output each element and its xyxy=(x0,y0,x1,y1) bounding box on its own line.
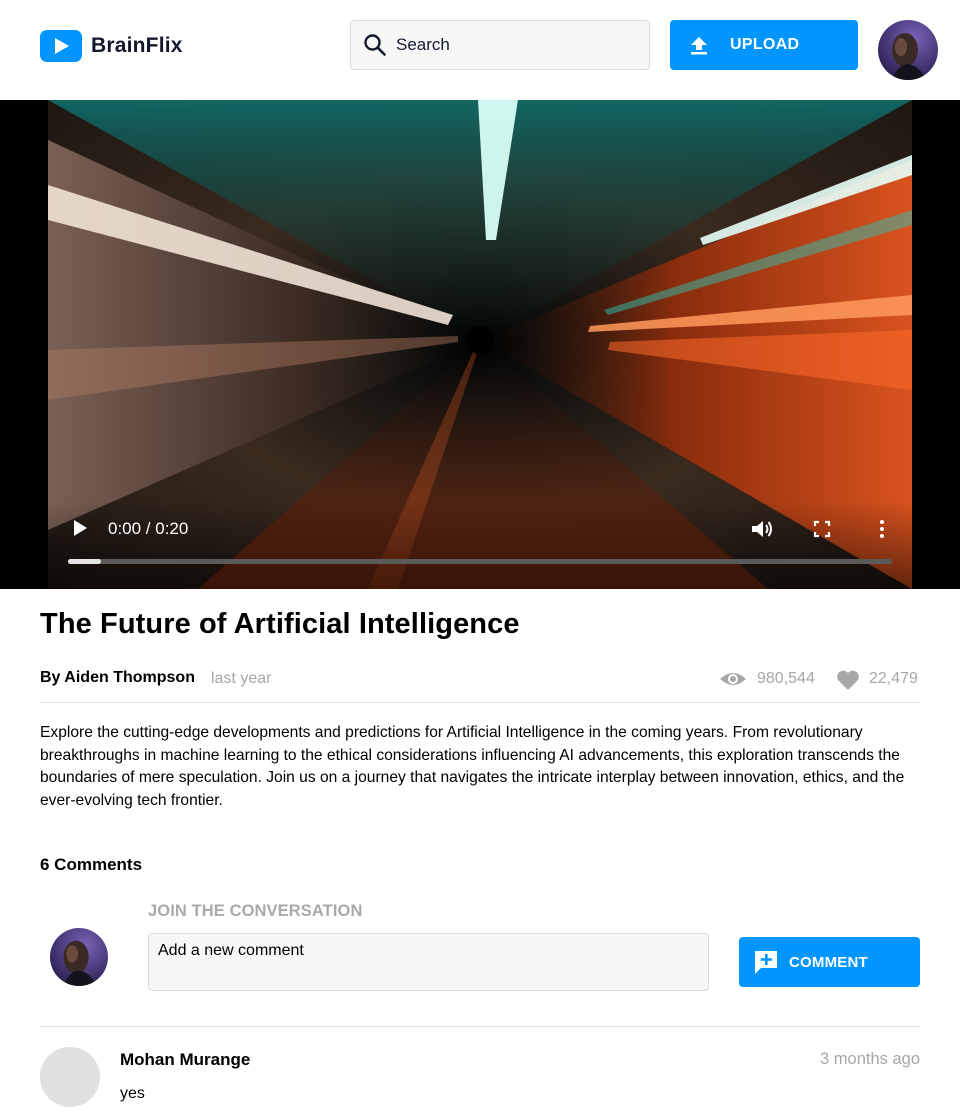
comment-author: Mohan Murange xyxy=(120,1050,251,1069)
comment-time: 3 months ago xyxy=(820,1050,920,1068)
video-controls: 0:00 / 0:20 xyxy=(48,500,912,589)
user-avatar[interactable] xyxy=(878,20,938,80)
comment-button-label: COMMENT xyxy=(789,953,868,971)
comment-item: Mohan Murange 3 months ago yes xyxy=(40,1047,920,1115)
upload-icon xyxy=(691,37,707,55)
more-vert-icon[interactable] xyxy=(876,518,888,540)
search-input[interactable] xyxy=(396,35,636,55)
play-icon[interactable] xyxy=(70,518,90,538)
comment-button[interactable]: COMMENT xyxy=(739,937,920,987)
eye-icon xyxy=(720,673,746,685)
video-meta: By Aiden Thompson last year 980,544 22,4… xyxy=(40,667,920,703)
video-description: Explore the cutting-edge developments an… xyxy=(40,724,905,809)
commenter-avatar xyxy=(40,1047,100,1107)
comment-form-heading: JOIN THE CONVERSATION xyxy=(148,902,363,920)
comments-count: 6 Comments xyxy=(40,855,143,874)
add-comment-icon xyxy=(755,951,777,974)
upload-button[interactable]: UPLOAD xyxy=(670,20,858,70)
comment-input[interactable] xyxy=(149,934,708,990)
volume-icon[interactable] xyxy=(750,518,774,540)
video-title: The Future of Artificial Intelligence xyxy=(40,608,520,640)
site-header: BrainFlix UPLOAD xyxy=(0,0,960,100)
video-author: By Aiden Thompson xyxy=(40,669,195,686)
video-date: last year xyxy=(211,670,272,687)
comment-form-avatar xyxy=(50,928,108,986)
heart-icon[interactable] xyxy=(836,669,860,691)
divider xyxy=(40,1026,920,1027)
video-player[interactable]: 0:00 / 0:20 xyxy=(0,100,960,589)
video-progress-bar[interactable] xyxy=(68,559,892,564)
comment-text: yes xyxy=(120,1085,145,1102)
video-progress-fill xyxy=(68,559,101,564)
video-time: 0:00 / 0:20 xyxy=(108,519,189,538)
upload-button-label: UPLOAD xyxy=(730,36,800,53)
fullscreen-icon[interactable] xyxy=(812,519,832,539)
view-count: 980,544 xyxy=(757,670,815,687)
search-bar[interactable] xyxy=(350,20,650,70)
play-icon xyxy=(40,30,82,62)
search-icon xyxy=(364,34,386,56)
like-count: 22,479 xyxy=(869,670,918,687)
comment-input-wrapper xyxy=(148,933,709,991)
brand-logo[interactable]: BrainFlix xyxy=(40,30,183,62)
brand-name: BrainFlix xyxy=(91,34,183,57)
